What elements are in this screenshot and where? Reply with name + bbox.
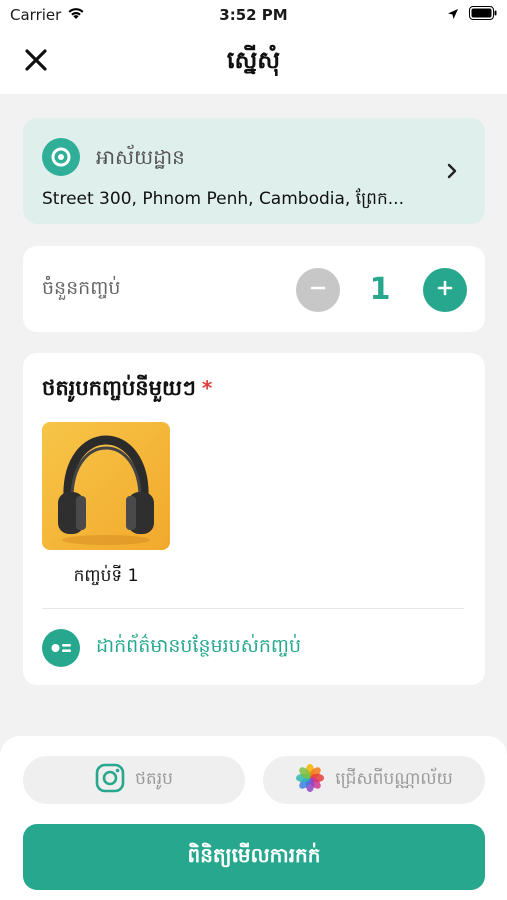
quantity-label: ចំនួនកញ្ចប់ [42, 277, 121, 299]
review-booking-button[interactable]: ពិនិត្យមើលការកក់ [23, 824, 485, 890]
location-arrow-icon [447, 6, 459, 24]
status-bar: Carrier 3:52 PM [0, 0, 507, 30]
quantity-value: 1 [369, 272, 391, 307]
status-left: Carrier [10, 6, 85, 24]
take-photo-button[interactable]: ថតរូប [23, 756, 245, 804]
page-title: ស្នើសុំ [226, 45, 281, 74]
choose-from-library-button[interactable]: ជ្រើសពីបណ្ណាល័យ [263, 756, 485, 804]
bottom-action-sheet: ថតរូប ជ្រើសពីបណ្ណាល័យ ពិនិត្យមើលការកក់ [0, 736, 507, 900]
review-booking-label: ពិនិត្យមើលការកក់ [187, 843, 321, 867]
required-mark: * [201, 376, 213, 400]
address-label: អាស័យដ្ឋាន [96, 145, 185, 169]
info-card-icon [42, 629, 80, 667]
plus-icon [436, 279, 454, 301]
decrease-button[interactable] [296, 268, 340, 312]
divider [42, 608, 464, 609]
address-value: Street 300, Phnom Penh, Cambodia, ព្រែក.… [42, 189, 404, 209]
close-icon [24, 48, 48, 76]
photos-app-icon [295, 763, 325, 797]
add-package-info-button[interactable]: ដាក់ព័ត៌មានបន្ថែមរបស់កញ្ចប់ [42, 629, 301, 667]
quantity-card: ចំនួនកញ្ចប់ 1 [23, 246, 485, 332]
photos-title-text: ថតរូបកញ្ចប់នីមួយៗ [42, 376, 196, 400]
wifi-icon [67, 6, 85, 24]
nav-bar: ស្នើសុំ [0, 30, 507, 94]
battery-icon [469, 6, 497, 24]
photos-title: ថតរូបកញ្ចប់នីមួយៗ * [42, 375, 212, 406]
camera-icon [95, 763, 125, 797]
take-photo-label: ថតរូប [135, 768, 173, 789]
carrier-label: Carrier [10, 6, 62, 24]
package-photo-thumbnail[interactable] [42, 422, 170, 550]
increase-button[interactable] [423, 268, 467, 312]
address-card[interactable]: អាស័យដ្ឋាន Street 300, Phnom Penh, Cambo… [23, 118, 485, 224]
chevron-right-icon [445, 162, 459, 180]
request-screen: Carrier 3:52 PM ស្នើសុំ អាស័យដ្ឋាន Stree… [0, 0, 507, 900]
choose-from-library-label: ជ្រើសពីបណ្ណាល័យ [335, 768, 453, 789]
minus-icon [309, 279, 327, 301]
add-package-info-label: ដាក់ព័ត៌មានបន្ថែមរបស់កញ្ចប់ [96, 635, 302, 657]
package-photos-card: ថតរូបកញ្ចប់នីមួយៗ * កញ្ចប់ទី 1 ដាក់ព័ត៌ម… [23, 353, 485, 685]
close-button[interactable] [18, 44, 54, 80]
status-right [447, 6, 497, 24]
photo-caption: កញ្ចប់ទី 1 [73, 566, 139, 586]
headphones-image [58, 435, 154, 545]
location-pin-icon [42, 138, 80, 176]
